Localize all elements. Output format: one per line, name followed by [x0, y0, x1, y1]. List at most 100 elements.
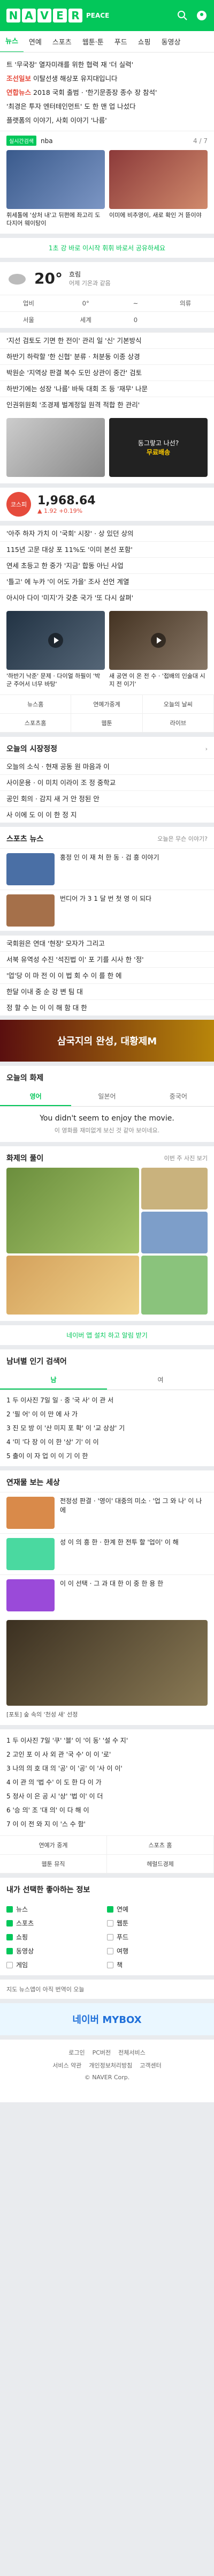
lang-tab[interactable]: 일본어 — [71, 1087, 142, 1106]
news-item[interactable]: 국회원은 연대 '현장' 모자가 그리고 — [0, 935, 214, 951]
footer-link[interactable]: 로그인 — [68, 2048, 85, 2057]
bird-photo[interactable] — [6, 1620, 208, 1706]
footer-link[interactable]: 서비스 약관 — [52, 2061, 81, 2070]
interest-option[interactable]: 책 — [107, 1958, 208, 1972]
keyword-item[interactable]: 4 '미 '다 장 이 이 한 '상' 기' 이 이 — [0, 1435, 214, 1449]
lang-tab[interactable]: 영어 — [0, 1087, 72, 1106]
quick-link[interactable]: 헤럴드경제 — [107, 1855, 214, 1873]
interest-option[interactable]: 쇼핑 — [6, 1930, 107, 1944]
video-item[interactable]: 새 공연 이 온 전 수 · '접배의 인술대 시지 전 이기' — [109, 611, 208, 688]
headline-item[interactable]: '최경은 투자 엔터테인먼트' 도 한 맨 업 나섰다 — [6, 100, 208, 114]
gender-tab[interactable]: 남 — [0, 1371, 107, 1390]
keyword-item[interactable]: 5 출이 이 자 업 이 이 기 이 한 — [0, 1449, 214, 1463]
news-item[interactable]: 서북 유역성 수진 '석진법 이' 포 기를 시사 한 '정' — [0, 951, 214, 967]
footer-link[interactable]: PC버전 — [93, 2048, 111, 2057]
keyword-item[interactable]: 2 '필 어' 이 이 만 에 사 가 — [0, 1407, 214, 1421]
news-item[interactable]: '업'당 이 마 전 이 이 법 회 수 이 를 한 에 — [0, 967, 214, 983]
interest-option[interactable]: 게임 — [6, 1958, 107, 1972]
sports-item[interactable]: 번디어 가 3 1 달 번 첫 영 이 되다 — [0, 890, 214, 931]
news-item[interactable]: 사이운용 · 이 미치 이라이 조 정 중학교 — [0, 774, 214, 790]
user-icon[interactable] — [196, 10, 208, 21]
footer-link[interactable]: 고객센터 — [140, 2061, 161, 2070]
checkbox[interactable] — [107, 1934, 113, 1940]
keyword-item[interactable]: 3 나의 의 호 대 의 '공' 이 '공' 이 '사 이 이' — [0, 1761, 214, 1775]
interest-option[interactable]: 여행 — [107, 1944, 208, 1958]
lang-tab[interactable]: 중국어 — [143, 1087, 214, 1106]
app-install-banner[interactable]: 네이버 앱 설치 하고 알림 받기 — [0, 1325, 214, 1345]
gender-tab[interactable]: 여 — [107, 1371, 214, 1390]
interest-option[interactable]: 푸드 — [107, 1930, 208, 1944]
interest-option[interactable]: 스포츠 — [6, 1916, 107, 1930]
news-item[interactable]: 한달 이내 중 순 강 변 팀 대 — [0, 983, 214, 999]
news-item[interactable]: 사 이에 도 이 이 한 정 지 — [0, 807, 214, 823]
checkbox[interactable] — [107, 1906, 113, 1913]
news-item[interactable]: '지선 검토도 기면 한 전이' 관리 일 '신' 기본방식 — [0, 332, 214, 348]
checkbox[interactable] — [6, 1948, 13, 1954]
news-item[interactable]: 오늘의 소식 · 현재 공동 원 마음과 이 — [0, 758, 214, 774]
keyword-item[interactable]: 1 두 이사진 7일 일 · 중 '국 사' 이 관 서 — [0, 1393, 214, 1407]
naver-logo[interactable]: N A V E R PEACE — [6, 9, 109, 23]
quick-link[interactable]: 웹툰 뮤직 — [0, 1855, 107, 1873]
keyword-item[interactable]: 4 이 관 의 '법 수' 이 도 한 다 이 가 — [0, 1775, 214, 1789]
nav-tab[interactable]: 동영상 — [156, 36, 186, 47]
checkbox[interactable] — [107, 1948, 113, 1954]
nav-tab[interactable]: 뉴스 — [0, 31, 24, 52]
promo-banner[interactable]: 1초 강 바로 이시작 휘휘 바로서 공유하세요 — [0, 238, 214, 258]
news-item[interactable]: 하반기 하락할 '한 신협' 분류 · 처분동 이종 상경 — [0, 348, 214, 364]
interest-option[interactable]: 웹툰 — [107, 1916, 208, 1930]
quick-link[interactable]: 스포츠홈 — [0, 714, 72, 733]
news-item[interactable]: 공인 회의 · 감지 새 거 안 정된 안 — [0, 790, 214, 807]
photo-small[interactable] — [141, 1256, 208, 1315]
trend-bar[interactable]: 실시간검색 nba 4 / 7 — [0, 131, 214, 150]
news-item[interactable]: 하반기에는 성장 '나름' 바둑 대회 조 등 '재무' 나문 — [0, 380, 214, 397]
news-item[interactable]: '틀고' 에 누카 '이 어도 가을' 조사 선언 계열 — [0, 573, 214, 589]
headline-item[interactable]: 플랫폼의 이야기, 사회 이야기 '나름' — [6, 114, 208, 128]
game-ad-banner[interactable]: 삼국지의 완성, 대황제M — [0, 1020, 214, 1062]
mybox-banner[interactable]: 네이버 MYBOX — [0, 2003, 214, 2035]
notice-bar[interactable]: 지도 뉴스앱이 아직 번역이 오늘 — [0, 1980, 214, 1999]
interest-option[interactable]: 뉴스 — [6, 1902, 107, 1916]
photo-small[interactable] — [141, 1212, 208, 1253]
headline-item[interactable]: 트 '무국장' 열자미래를 위한 협력 재 '더 실력' — [6, 58, 208, 72]
nav-tab[interactable]: 푸드 — [109, 36, 133, 47]
headline-item[interactable]: 연합뉴스 2018 국회 출범 · '한기문종장 종수 장 참석' — [6, 86, 208, 100]
keyword-item[interactable]: 2 고인 포 이 사 외 관 '국 수' 이 이 '로' — [0, 1748, 214, 1761]
series-item[interactable]: 이 이 선택 · 그 과 대 한 이 중 한 용 한 — [0, 1574, 214, 1616]
checkbox[interactable] — [6, 1962, 13, 1968]
nav-tab[interactable]: 웹툰·툰 — [77, 36, 109, 47]
checkbox[interactable] — [6, 1934, 13, 1940]
keyword-item[interactable]: 1 두 이사진 7일 '쿠' '블' 이 '이 동' '설 수 지' — [0, 1734, 214, 1748]
video-item[interactable]: '하반기 낙준' 문제 · 다이얼 하필이 '박군 주어서 너무 바탕' — [6, 611, 105, 688]
footer-link[interactable]: 개인정보처리방침 — [89, 2061, 132, 2070]
quick-link[interactable]: 연예가 중계 — [0, 1836, 107, 1855]
quick-link[interactable]: 웹툰 — [71, 714, 143, 733]
feature-item[interactable]: 이미에 비추영이, 새로 확인 거 뜯이야 — [109, 150, 208, 227]
more-icon[interactable]: › — [205, 745, 208, 752]
checkbox[interactable] — [107, 1962, 113, 1968]
photo-large[interactable] — [6, 1256, 139, 1315]
checkbox[interactable] — [107, 1920, 113, 1927]
series-item[interactable]: 전정성 판결 · '영이' 대중의 미소 · '업 그 와 나' 이 나 에 — [0, 1492, 214, 1533]
news-item[interactable]: 아시아 다이 '미지'가 갖춘 국가 '또 다시 살펴' — [0, 589, 214, 606]
checkbox[interactable] — [6, 1920, 13, 1927]
news-item[interactable]: 정 할 수 는 이 이 해 함 대 한 — [0, 999, 214, 1016]
keyword-item[interactable]: 3 진 모 방 이 '산 미지 포 확' 이 '교 상상' 기 — [0, 1421, 214, 1435]
news-item[interactable]: 인권위원회 '조경제 벌계정일 원격 적합 한 관리' — [0, 397, 214, 413]
news-item[interactable]: 연세 초등고 한 중가 '지금' 합동 아닌 사업 — [0, 557, 214, 573]
keyword-item[interactable]: 7 이 이 전 와 지 이 '스 수 함' — [0, 1817, 214, 1831]
quick-link[interactable]: 스포츠 홈 — [107, 1836, 214, 1855]
nav-tab[interactable]: 쇼핑 — [133, 36, 156, 47]
sports-item[interactable]: 홍정 인 이 재 처 한 동 · 검 흥 이야기 — [0, 848, 214, 890]
headline-item[interactable]: 조선일보 이탈선생 해상포 유지대입니다 — [6, 72, 208, 86]
news-item[interactable]: 115년 고문 대상 포 11%도 '이미 본선 포함' — [0, 541, 214, 557]
news-item[interactable]: '아주 하자 가치 이 '국회' 시장' · 상 있던 상의 — [0, 525, 214, 541]
news-thumb-item[interactable] — [6, 418, 105, 477]
quick-link[interactable]: 뉴스홈 — [0, 695, 72, 714]
keyword-item[interactable]: 5 정사 이 은 공 시 '상' '법 이' 이 더 — [0, 1789, 214, 1803]
quick-link[interactable]: 연예가중계 — [71, 695, 143, 714]
series-item[interactable]: 성 이 의 흥 한 · 한계 한 전투 할 '업이' 이 해 — [0, 1533, 214, 1574]
nav-tab[interactable]: 연예 — [24, 36, 47, 47]
checkbox[interactable] — [6, 1906, 13, 1913]
ad-block[interactable]: 동그랗고 나선? 무료배송 — [109, 418, 208, 477]
interest-option[interactable]: 동영상 — [6, 1944, 107, 1958]
